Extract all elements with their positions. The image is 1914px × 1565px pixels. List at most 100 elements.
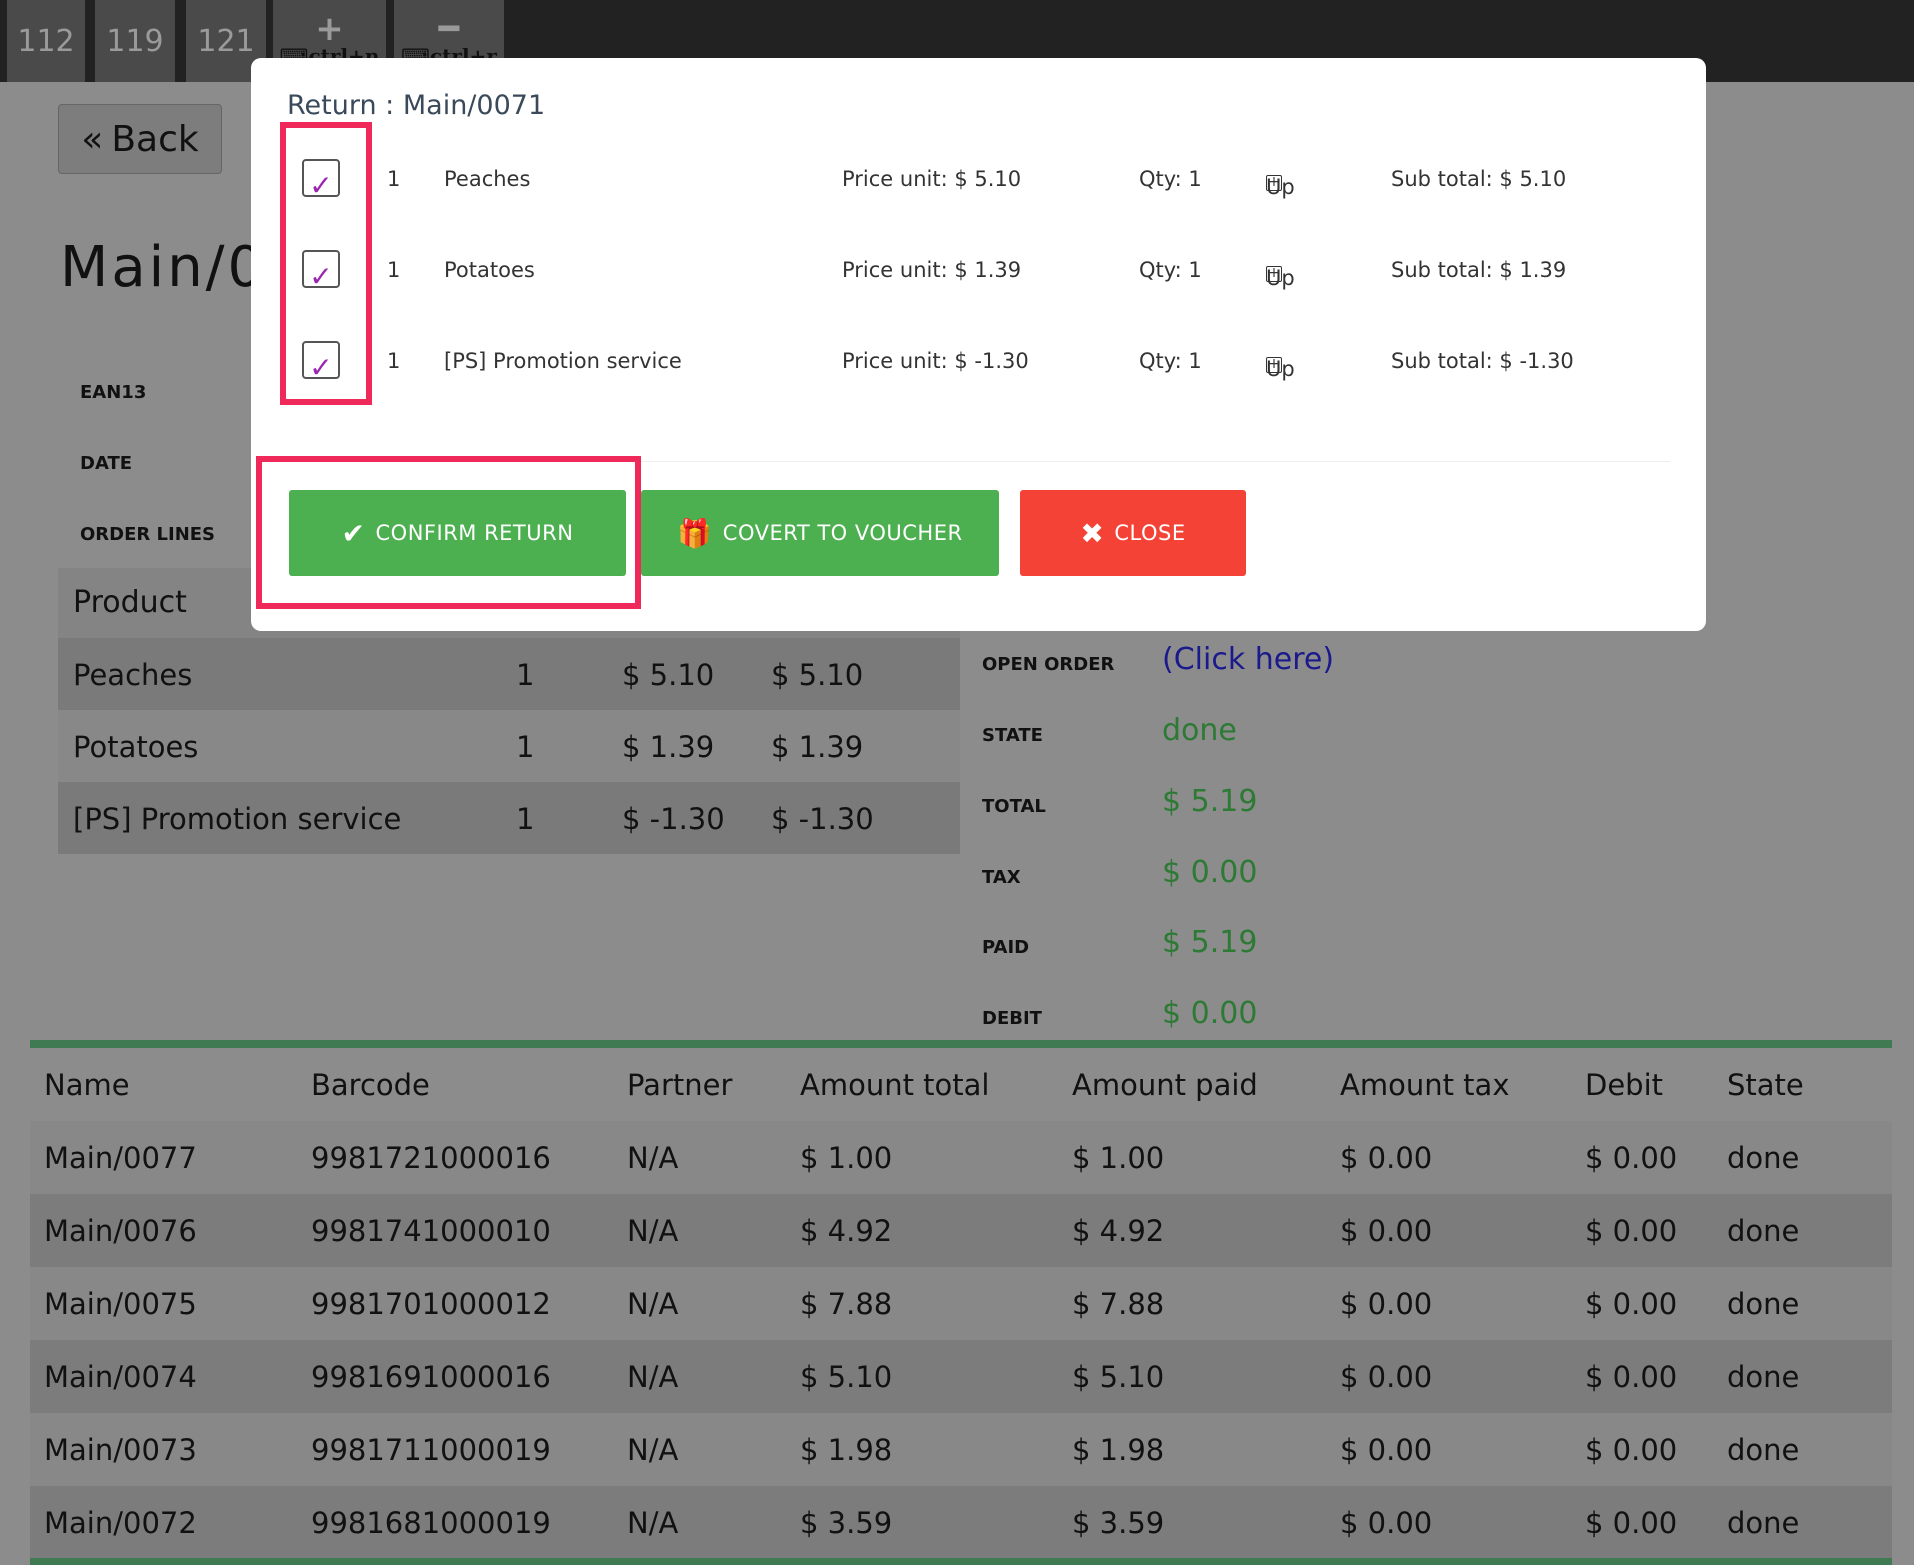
tab-label: 119 (106, 23, 164, 59)
line-price: Price unit: $ 1.39 (842, 258, 1022, 282)
state-label: STATE (982, 725, 1043, 746)
line-product: Potatoes (444, 258, 535, 282)
total-label: TOTAL (982, 796, 1046, 817)
orders-table: Name Barcode Partner Amount total Amount… (30, 1048, 1892, 1559)
divider (30, 1558, 1892, 1565)
order-debit: $ 0.00 (1585, 1287, 1678, 1321)
line-qty-label: Qty: 1 (1139, 167, 1202, 191)
amount-tax: $ 0.00 (1340, 1433, 1433, 1467)
line-subtotal: Sub total: $ 5.10 (1391, 167, 1567, 191)
order-barcode: 9981741000010 (311, 1214, 551, 1248)
order-name: Main/0074 (44, 1360, 197, 1394)
order-tab-112[interactable]: 112 (7, 0, 85, 82)
order-state: done (1727, 1287, 1800, 1321)
order-barcode: 9981711000019 (311, 1433, 551, 1467)
line-qty-label: Qty: 1 (1139, 258, 1202, 282)
up-label: Up (1266, 357, 1295, 381)
order-partner: N/A (627, 1141, 679, 1175)
amount-tax: $ 0.00 (1340, 1141, 1433, 1175)
debit-label: DEBIT (982, 1008, 1042, 1029)
unit-price: $ -1.30 (622, 802, 725, 836)
amount-paid: $ 1.98 (1072, 1433, 1165, 1467)
quantity: 1 (516, 730, 535, 764)
order-state: done (1727, 1360, 1800, 1394)
order-lines-label: ORDER LINES (80, 524, 216, 545)
checkbox-highlight-box (280, 122, 372, 405)
return-line: ✓ 1 [PS] Promotion service Price unit: $… (251, 341, 1706, 384)
back-button[interactable]: « Back (58, 104, 222, 174)
line-product: [PS] Promotion service (444, 349, 682, 373)
column-header: Amount tax (1340, 1068, 1510, 1102)
amount-paid: $ 1.00 (1072, 1141, 1165, 1175)
order-barcode: 9981681000019 (311, 1506, 551, 1540)
amount-total: $ 4.92 (800, 1214, 893, 1248)
line-subtotal: $ 5.10 (771, 658, 864, 692)
table-row: Potatoes 1 $ 1.39 $ 1.39 (58, 710, 960, 782)
order-debit: $ 0.00 (1585, 1214, 1678, 1248)
quantity: 1 (516, 658, 535, 692)
order-state: done (1727, 1506, 1800, 1540)
column-header: Amount paid (1072, 1068, 1258, 1102)
order-partner: N/A (627, 1360, 679, 1394)
order-barcode: 9981691000016 (311, 1360, 551, 1394)
table-row[interactable]: Main/0073 9981711000019 N/A $ 1.98 $ 1.98 $ 0… (30, 1413, 1892, 1486)
amount-total: $ 1.98 (800, 1433, 893, 1467)
up-label: Up (1266, 175, 1295, 199)
minus-icon: ━ (438, 9, 460, 49)
state-value: done (1162, 713, 1237, 748)
return-line: ✓ 1 Peaches Price unit: $ 5.10 Qty: 1 + U… (251, 159, 1706, 202)
convert-to-voucher-button[interactable]: 🎁 COVERT TO VOUCHER (641, 490, 999, 576)
table-row[interactable]: Main/0072 9981681000019 N/A $ 3.59 $ 3.59 $ 0… (30, 1486, 1892, 1559)
amount-tax: $ 0.00 (1340, 1506, 1433, 1540)
ean13-label: EAN13 (80, 382, 147, 403)
order-debit: $ 0.00 (1585, 1141, 1678, 1175)
unit-price: $ 1.39 (622, 730, 715, 764)
total-value: $ 5.19 (1162, 784, 1258, 819)
table-row: [PS] Promotion service 1 $ -1.30 $ -1.30 (58, 782, 960, 854)
amount-paid: $ 4.92 (1072, 1214, 1165, 1248)
order-state: done (1727, 1433, 1800, 1467)
line-subtotal: Sub total: $ 1.39 (1391, 258, 1567, 282)
table-row[interactable]: Main/0075 9981701000012 N/A $ 7.88 $ 7.88 $ 0… (30, 1267, 1892, 1340)
line-price: Price unit: $ -1.30 (842, 349, 1029, 373)
tab-label: 121 (197, 23, 255, 59)
table-row[interactable]: Main/0076 9981741000010 N/A $ 4.92 $ 4.92 $ 0… (30, 1194, 1892, 1267)
column-header: Partner (627, 1068, 733, 1102)
order-barcode: 9981701000012 (311, 1287, 551, 1321)
close-icon: ✖ (1080, 516, 1105, 550)
order-title: Main/0 (60, 235, 267, 300)
order-name: Main/0072 (44, 1506, 197, 1540)
plus-icon: + (315, 9, 344, 49)
close-label: CLOSE (1114, 521, 1186, 545)
line-price: Price unit: $ 5.10 (842, 167, 1022, 191)
order-name: Main/0075 (44, 1287, 197, 1321)
back-label: Back (111, 118, 199, 160)
column-header: Name (44, 1068, 130, 1102)
product-name: Peaches (73, 658, 193, 692)
amount-total: $ 3.59 (800, 1506, 893, 1540)
paid-value: $ 5.19 (1162, 925, 1258, 960)
line-subtotal: $ 1.39 (771, 730, 864, 764)
divider (30, 1040, 1892, 1048)
open-order-link[interactable]: (Click here) (1162, 642, 1334, 677)
debit-value: $ 0.00 (1162, 996, 1258, 1031)
order-tab-119[interactable]: 119 (95, 0, 175, 82)
quantity: 1 (516, 802, 535, 836)
amount-total: $ 7.88 (800, 1287, 893, 1321)
line-subtotal: $ -1.30 (771, 802, 874, 836)
order-debit: $ 0.00 (1585, 1506, 1678, 1540)
line-product: Peaches (444, 167, 531, 191)
order-name: Main/0077 (44, 1141, 197, 1175)
column-header: State (1727, 1068, 1804, 1102)
order-name: Main/0076 (44, 1214, 197, 1248)
line-qty-label: Qty: 1 (1139, 349, 1202, 373)
amount-total: $ 1.00 (800, 1141, 893, 1175)
table-header: Name Barcode Partner Amount total Amount… (30, 1048, 1892, 1121)
table-row[interactable]: Main/0077 9981721000016 N/A $ 1.00 $ 1.00 $ 0… (30, 1121, 1892, 1194)
table-row[interactable]: Main/0074 9981691000016 N/A $ 5.10 $ 5.10 $ 0… (30, 1340, 1892, 1413)
column-header: Amount total (800, 1068, 990, 1102)
up-label: Up (1266, 266, 1295, 290)
column-header: Debit (1585, 1068, 1664, 1102)
close-button[interactable]: ✖ CLOSE (1020, 490, 1246, 576)
tax-label: TAX (982, 867, 1021, 888)
